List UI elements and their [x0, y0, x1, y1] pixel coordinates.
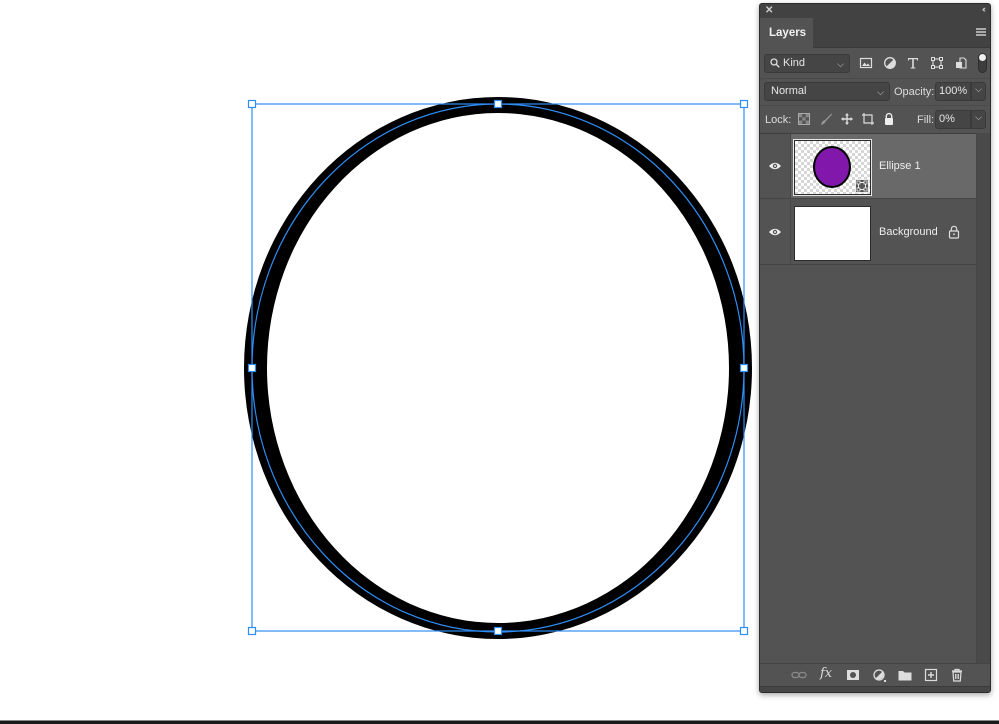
vector-shape-badge-icon	[855, 179, 869, 193]
layers-panel: ✕ ‹‹ Layers Kind ⌵ Normal ⌵ Opacity: 100…	[759, 3, 991, 693]
opacity-label: Opacity:	[894, 86, 935, 98]
adjustment-layer-icon[interactable]	[871, 668, 887, 682]
new-layer-icon[interactable]	[923, 668, 939, 682]
panel-resize-handle[interactable]	[760, 686, 990, 692]
lock-row: Lock: Fill: 0% ⌵	[760, 105, 990, 133]
tab-layers[interactable]: Layers	[760, 18, 813, 49]
chevron-down-icon: ⌵	[877, 87, 884, 97]
blend-row: Normal ⌵ Opacity: 100% ⌵	[760, 78, 990, 105]
smart-object-filter-icon[interactable]	[954, 56, 968, 70]
double-chevron-left-icon[interactable]: ‹‹	[982, 4, 986, 14]
add-mask-icon[interactable]	[845, 668, 861, 682]
lock-image-pixels-icon[interactable]	[819, 112, 833, 126]
panel-title-bar[interactable]: ✕ ‹‹	[760, 4, 990, 18]
adjustment-layer-filter-icon[interactable]	[883, 56, 897, 70]
transform-handle-bottom-right[interactable]	[739, 626, 749, 636]
filter-kind-select[interactable]: Kind ⌵	[764, 54, 850, 73]
window-bottom-edge	[0, 720, 999, 724]
transform-handle-top-left[interactable]	[247, 99, 257, 109]
pixel-layer-filter-icon[interactable]	[859, 56, 873, 70]
chevron-down-icon: ⌵	[975, 112, 982, 122]
layer-thumbnail-background	[794, 206, 871, 261]
chevron-down-icon: ⌵	[975, 84, 982, 94]
lock-label: Lock:	[765, 114, 792, 126]
transform-handle-middle-right[interactable]	[739, 363, 749, 373]
opacity-input[interactable]: 100%	[935, 82, 971, 101]
lock-position-icon[interactable]	[840, 112, 854, 126]
delete-layer-trash-icon[interactable]	[949, 668, 965, 682]
new-group-folder-icon[interactable]	[897, 668, 913, 682]
transform-handle-bottom-center[interactable]	[493, 626, 503, 636]
layers-scrollbar[interactable]	[976, 133, 990, 663]
filter-kind-label: Kind	[783, 57, 806, 69]
search-icon	[770, 58, 780, 68]
transform-handle-bottom-left[interactable]	[247, 626, 257, 636]
close-icon[interactable]: ✕	[765, 5, 773, 16]
transform-handle-top-center[interactable]	[493, 99, 503, 109]
type-layer-filter-icon[interactable]	[906, 56, 920, 70]
blend-mode-value: Normal	[771, 85, 807, 97]
eye-icon	[769, 162, 781, 170]
layer-thumbnail-shape	[793, 139, 872, 196]
visibility-toggle[interactable]	[760, 200, 791, 264]
link-layers-icon[interactable]	[791, 668, 807, 682]
visibility-toggle[interactable]	[760, 134, 791, 198]
chevron-down-icon: ⌵	[837, 59, 844, 69]
fill-label: Fill:	[917, 114, 935, 126]
lock-artboard-icon[interactable]	[861, 112, 875, 126]
layer-name[interactable]: Background	[879, 226, 938, 238]
layers-list: Ellipse 1 Background	[760, 133, 976, 663]
filter-toggle-switch[interactable]	[978, 53, 987, 73]
shape-layer-filter-icon[interactable]	[930, 56, 944, 70]
panel-tab-bar: Layers	[760, 18, 990, 49]
photoshop-workspace: ✕ ‹‹ Layers Kind ⌵ Normal ⌵ Opacity: 100…	[0, 0, 999, 724]
eye-icon	[769, 228, 781, 236]
opacity-slider-button[interactable]: ⌵	[971, 82, 986, 101]
layer-row-ellipse-1[interactable]: Ellipse 1	[760, 134, 976, 199]
layer-name[interactable]: Ellipse 1	[879, 160, 921, 172]
lock-transparent-pixels-icon[interactable]	[797, 112, 811, 126]
lock-icon[interactable]	[948, 225, 960, 239]
transform-handle-middle-left[interactable]	[247, 363, 257, 373]
lock-all-icon[interactable]	[882, 112, 896, 126]
hamburger-menu-icon[interactable]	[976, 28, 986, 37]
blend-mode-select[interactable]: Normal ⌵	[764, 82, 890, 101]
layers-panel-footer: fx	[760, 663, 990, 685]
fill-input[interactable]: 0%	[935, 110, 971, 129]
ellipse-shape-interior	[267, 113, 729, 623]
fill-slider-button[interactable]: ⌵	[971, 110, 986, 129]
layer-row-background[interactable]: Background	[760, 200, 976, 265]
transform-handle-top-right[interactable]	[739, 99, 749, 109]
layer-style-fx-icon[interactable]: fx	[820, 666, 836, 681]
